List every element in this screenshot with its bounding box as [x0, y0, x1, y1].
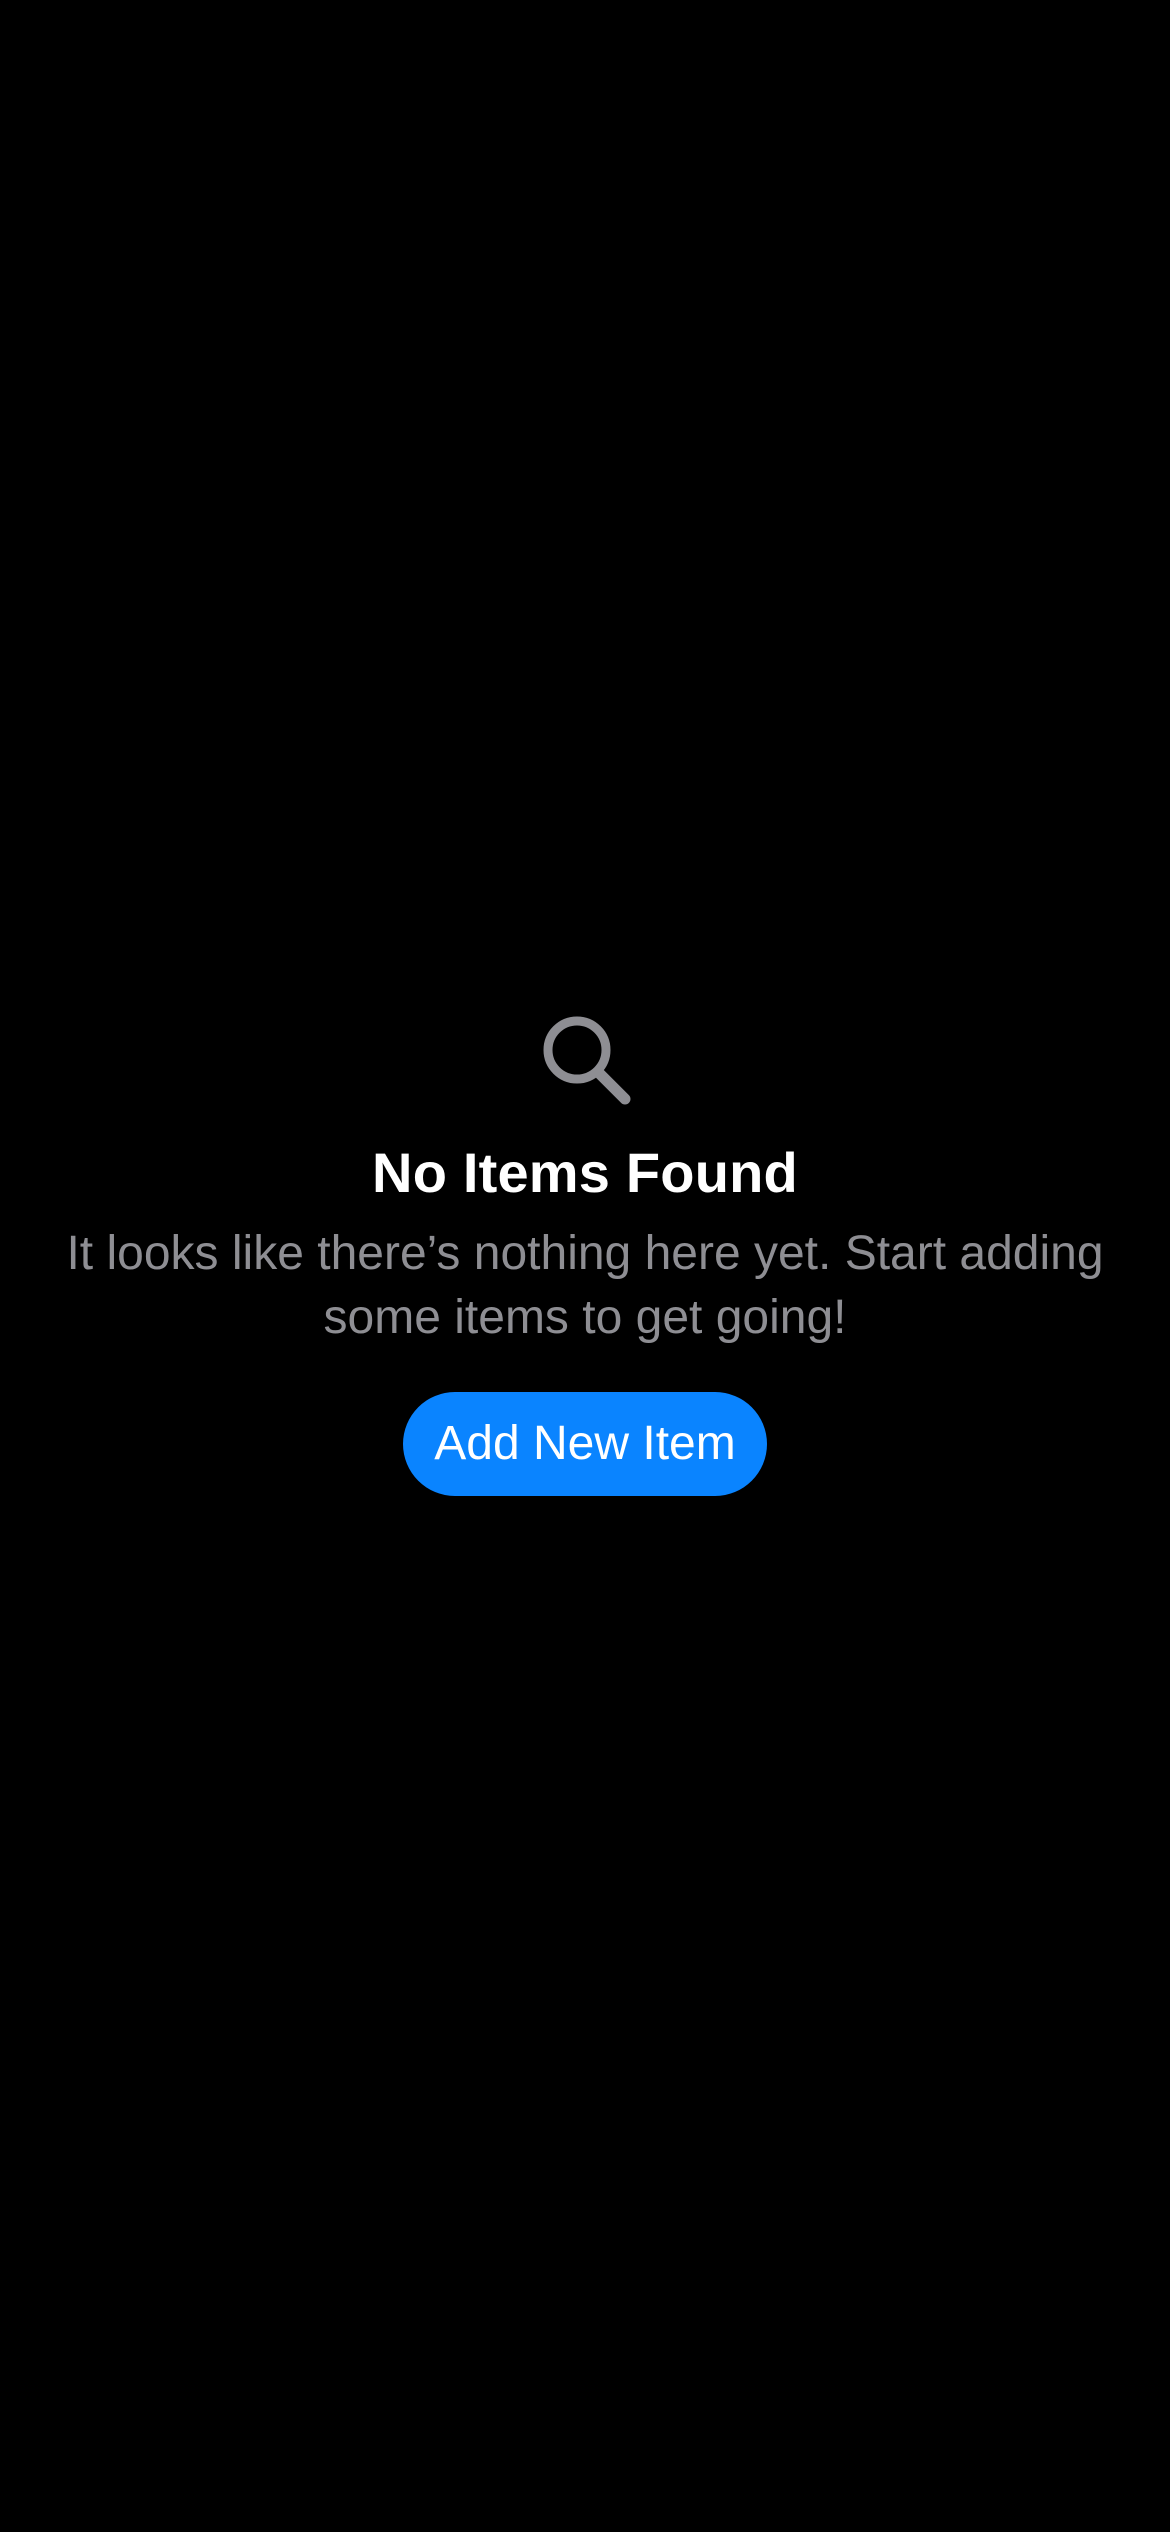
screen: No Items Found It looks like there’s not…	[0, 0, 1170, 2532]
magnifying-glass-icon	[543, 1016, 631, 1105]
add-new-item-button[interactable]: Add New Item	[403, 1392, 767, 1496]
empty-state: No Items Found It looks like there’s not…	[0, 1010, 1170, 1496]
empty-state-message: It looks like there’s nothing here yet. …	[66, 1227, 1104, 1344]
empty-state-title: No Items Found	[372, 1141, 798, 1204]
